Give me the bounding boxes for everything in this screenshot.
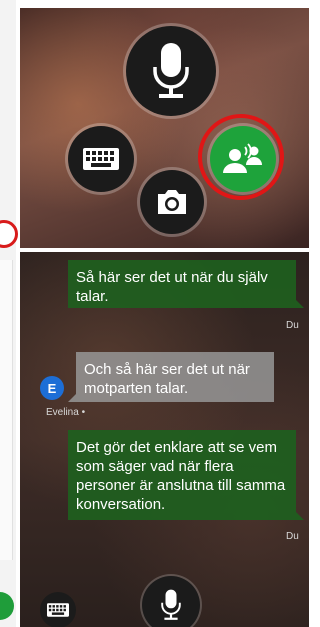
message-other-1: Och så här ser det ut när motparten tala… bbox=[76, 352, 274, 402]
left-panel-edge bbox=[0, 0, 18, 627]
avatar: E bbox=[40, 376, 64, 400]
partial-card bbox=[0, 260, 13, 560]
keyboard-icon bbox=[47, 603, 69, 617]
input-mode-panel bbox=[20, 8, 309, 248]
camera-icon bbox=[158, 190, 186, 214]
sender-label: Du bbox=[286, 531, 299, 542]
conversation-mode-icon bbox=[223, 143, 262, 173]
microphone-button[interactable] bbox=[126, 26, 216, 116]
bubble-tail bbox=[68, 394, 76, 402]
keyboard-icon bbox=[83, 148, 119, 170]
microphone-icon bbox=[161, 589, 181, 620]
conversation-panel: Så här ser det ut när du själv talar. Du… bbox=[20, 252, 309, 627]
bubble-tail bbox=[296, 512, 304, 520]
highlight-ring-partial bbox=[0, 220, 18, 248]
sender-label: Du bbox=[286, 320, 299, 331]
keyboard-button[interactable] bbox=[68, 126, 134, 192]
microphone-icon bbox=[153, 43, 189, 98]
conversation-mode-button[interactable] bbox=[210, 126, 276, 192]
camera-button[interactable] bbox=[140, 170, 204, 234]
bubble-tail bbox=[296, 300, 304, 308]
sender-label: Evelina • bbox=[46, 407, 86, 418]
microphone-button[interactable] bbox=[142, 576, 200, 627]
keyboard-button[interactable] bbox=[40, 592, 76, 627]
message-self-2: Det gör det enklare att se vem som säger… bbox=[68, 430, 296, 520]
partial-green-button[interactable] bbox=[0, 592, 14, 620]
message-self-1: Så här ser det ut när du själv talar. bbox=[68, 260, 296, 308]
